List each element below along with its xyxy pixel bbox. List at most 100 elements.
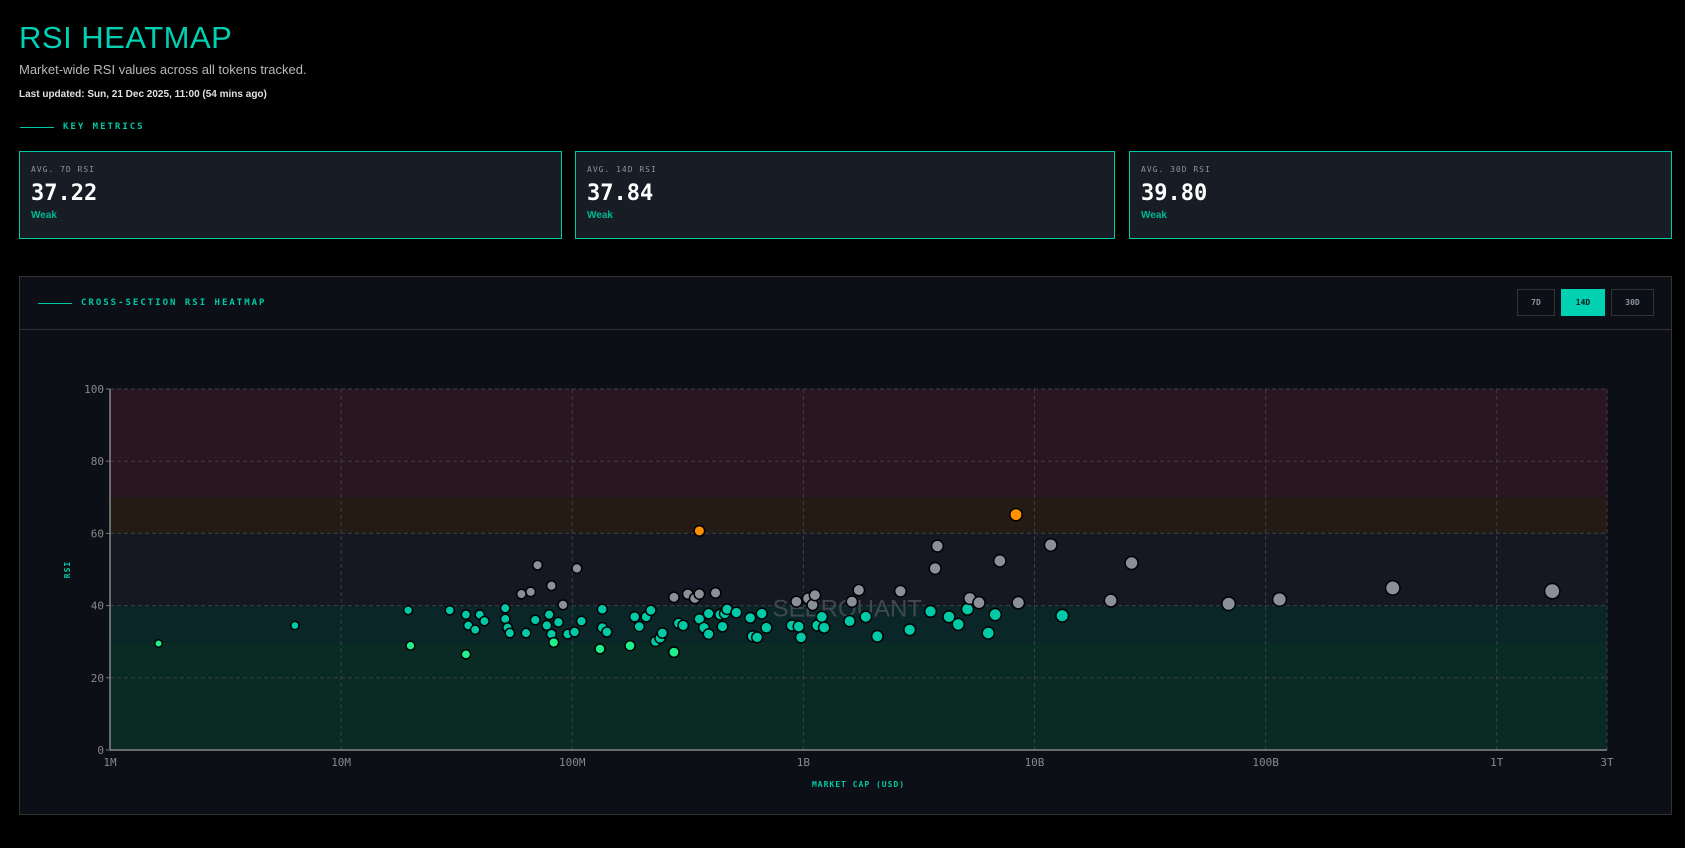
data-point [499, 602, 511, 614]
x-tick-label: 1T [1490, 756, 1504, 769]
data-point [571, 562, 583, 575]
data-point [992, 553, 1007, 568]
y-tick-label: 60 [91, 527, 104, 540]
x-tick-label: 10M [331, 756, 351, 769]
timeframe-7d-button[interactable]: 7D [1517, 289, 1555, 316]
y-tick-label: 40 [91, 600, 104, 613]
rsi-zone-band [110, 497, 1607, 534]
data-point [693, 524, 706, 537]
data-point [628, 610, 641, 623]
data-point [930, 539, 945, 553]
data-point [1055, 608, 1070, 623]
data-point [1543, 582, 1561, 600]
data-point [852, 583, 866, 597]
data-point [792, 620, 806, 633]
metric-card-30d: AVG. 30D RSI 39.80 Weak [1129, 151, 1672, 239]
data-point [668, 646, 680, 659]
metric-status: Weak [587, 210, 613, 221]
data-point [596, 603, 609, 615]
heatmap-panel: CROSS-SECTION RSI HEATMAP 7D 14D 30D 0 20… [19, 276, 1672, 815]
heatmap-panel-header: CROSS-SECTION RSI HEATMAP 7D 14D 30D [20, 277, 1671, 330]
data-point [744, 611, 757, 625]
data-point [656, 627, 669, 639]
data-point [972, 595, 986, 610]
data-point [960, 602, 975, 616]
data-point [815, 610, 829, 624]
data-point [1384, 579, 1401, 596]
data-point [903, 623, 917, 637]
data-point [845, 595, 859, 609]
data-point [594, 643, 606, 655]
x-tick-label: 1B [797, 756, 811, 769]
data-point [405, 640, 416, 651]
y-tick-label: 80 [91, 455, 104, 468]
key-metrics-label: KEY METRICS [63, 122, 145, 132]
data-point [154, 639, 164, 648]
key-metrics-heading: KEY METRICS [20, 122, 145, 132]
data-point [290, 620, 300, 631]
metric-value: 39.80 [1141, 181, 1208, 206]
data-point [444, 604, 456, 616]
data-point [532, 559, 544, 571]
data-point [668, 591, 680, 604]
data-point [548, 636, 560, 649]
data-point [557, 599, 569, 611]
data-point [402, 605, 414, 616]
data-point [552, 616, 564, 628]
x-tick-label: 1M [103, 756, 117, 769]
data-point [702, 628, 715, 641]
data-point [988, 607, 1003, 622]
data-point [870, 629, 884, 643]
x-tick-label: 3T [1600, 756, 1614, 769]
data-point [1221, 596, 1237, 612]
data-point [928, 561, 942, 576]
data-point [644, 604, 657, 617]
data-point [709, 586, 722, 600]
rsi-zone-band [110, 389, 1607, 498]
metric-status: Weak [31, 210, 57, 221]
y-tick-label: 20 [91, 672, 104, 685]
data-point [755, 607, 768, 620]
data-point [893, 584, 908, 598]
y-tick-label: 100 [84, 383, 104, 396]
data-point [543, 609, 555, 621]
data-point [1103, 593, 1118, 608]
metric-card-14d: AVG. 14D RSI 37.84 Weak [575, 151, 1115, 239]
x-axis-label: MARKET CAP (USD) [812, 780, 905, 789]
heading-line [20, 126, 54, 128]
y-axis-label: RSI [63, 561, 72, 578]
metric-value: 37.22 [31, 181, 98, 206]
data-point [730, 606, 743, 619]
data-point [479, 615, 490, 627]
data-point [529, 614, 541, 626]
page-title: RSI HEATMAP [19, 20, 233, 55]
data-point [677, 619, 690, 632]
data-point [601, 626, 613, 638]
data-point [1271, 591, 1288, 608]
timeframe-14d-button[interactable]: 14D [1561, 289, 1605, 316]
data-point [760, 621, 773, 634]
data-point [460, 648, 472, 660]
data-point [790, 595, 803, 608]
data-point [923, 604, 938, 619]
data-point [568, 626, 581, 638]
x-tick-label: 100M [559, 756, 586, 769]
data-point [1043, 537, 1058, 552]
data-point [504, 627, 516, 639]
data-point [525, 586, 537, 598]
data-point [1124, 555, 1139, 571]
timeframe-30d-button[interactable]: 30D [1611, 289, 1654, 316]
data-point [859, 610, 873, 624]
metric-label: AVG. 14D RSI [587, 165, 657, 174]
data-point [981, 626, 996, 640]
metric-status: Weak [1141, 210, 1167, 221]
data-point [702, 607, 715, 620]
rsi-zone-band [110, 641, 1607, 750]
last-updated: Last updated: Sun, 21 Dec 2025, 11:00 (5… [19, 89, 267, 100]
x-tick-label: 100B [1252, 756, 1279, 769]
rsi-scatter-chart: 0204060801001M 10M 100M 1B 10B 100B 1T 3TMARKET… [63, 383, 1614, 789]
data-point [545, 580, 558, 592]
data-point [843, 614, 857, 628]
data-point [1009, 507, 1023, 522]
x-tick-label: 10B [1025, 756, 1045, 769]
